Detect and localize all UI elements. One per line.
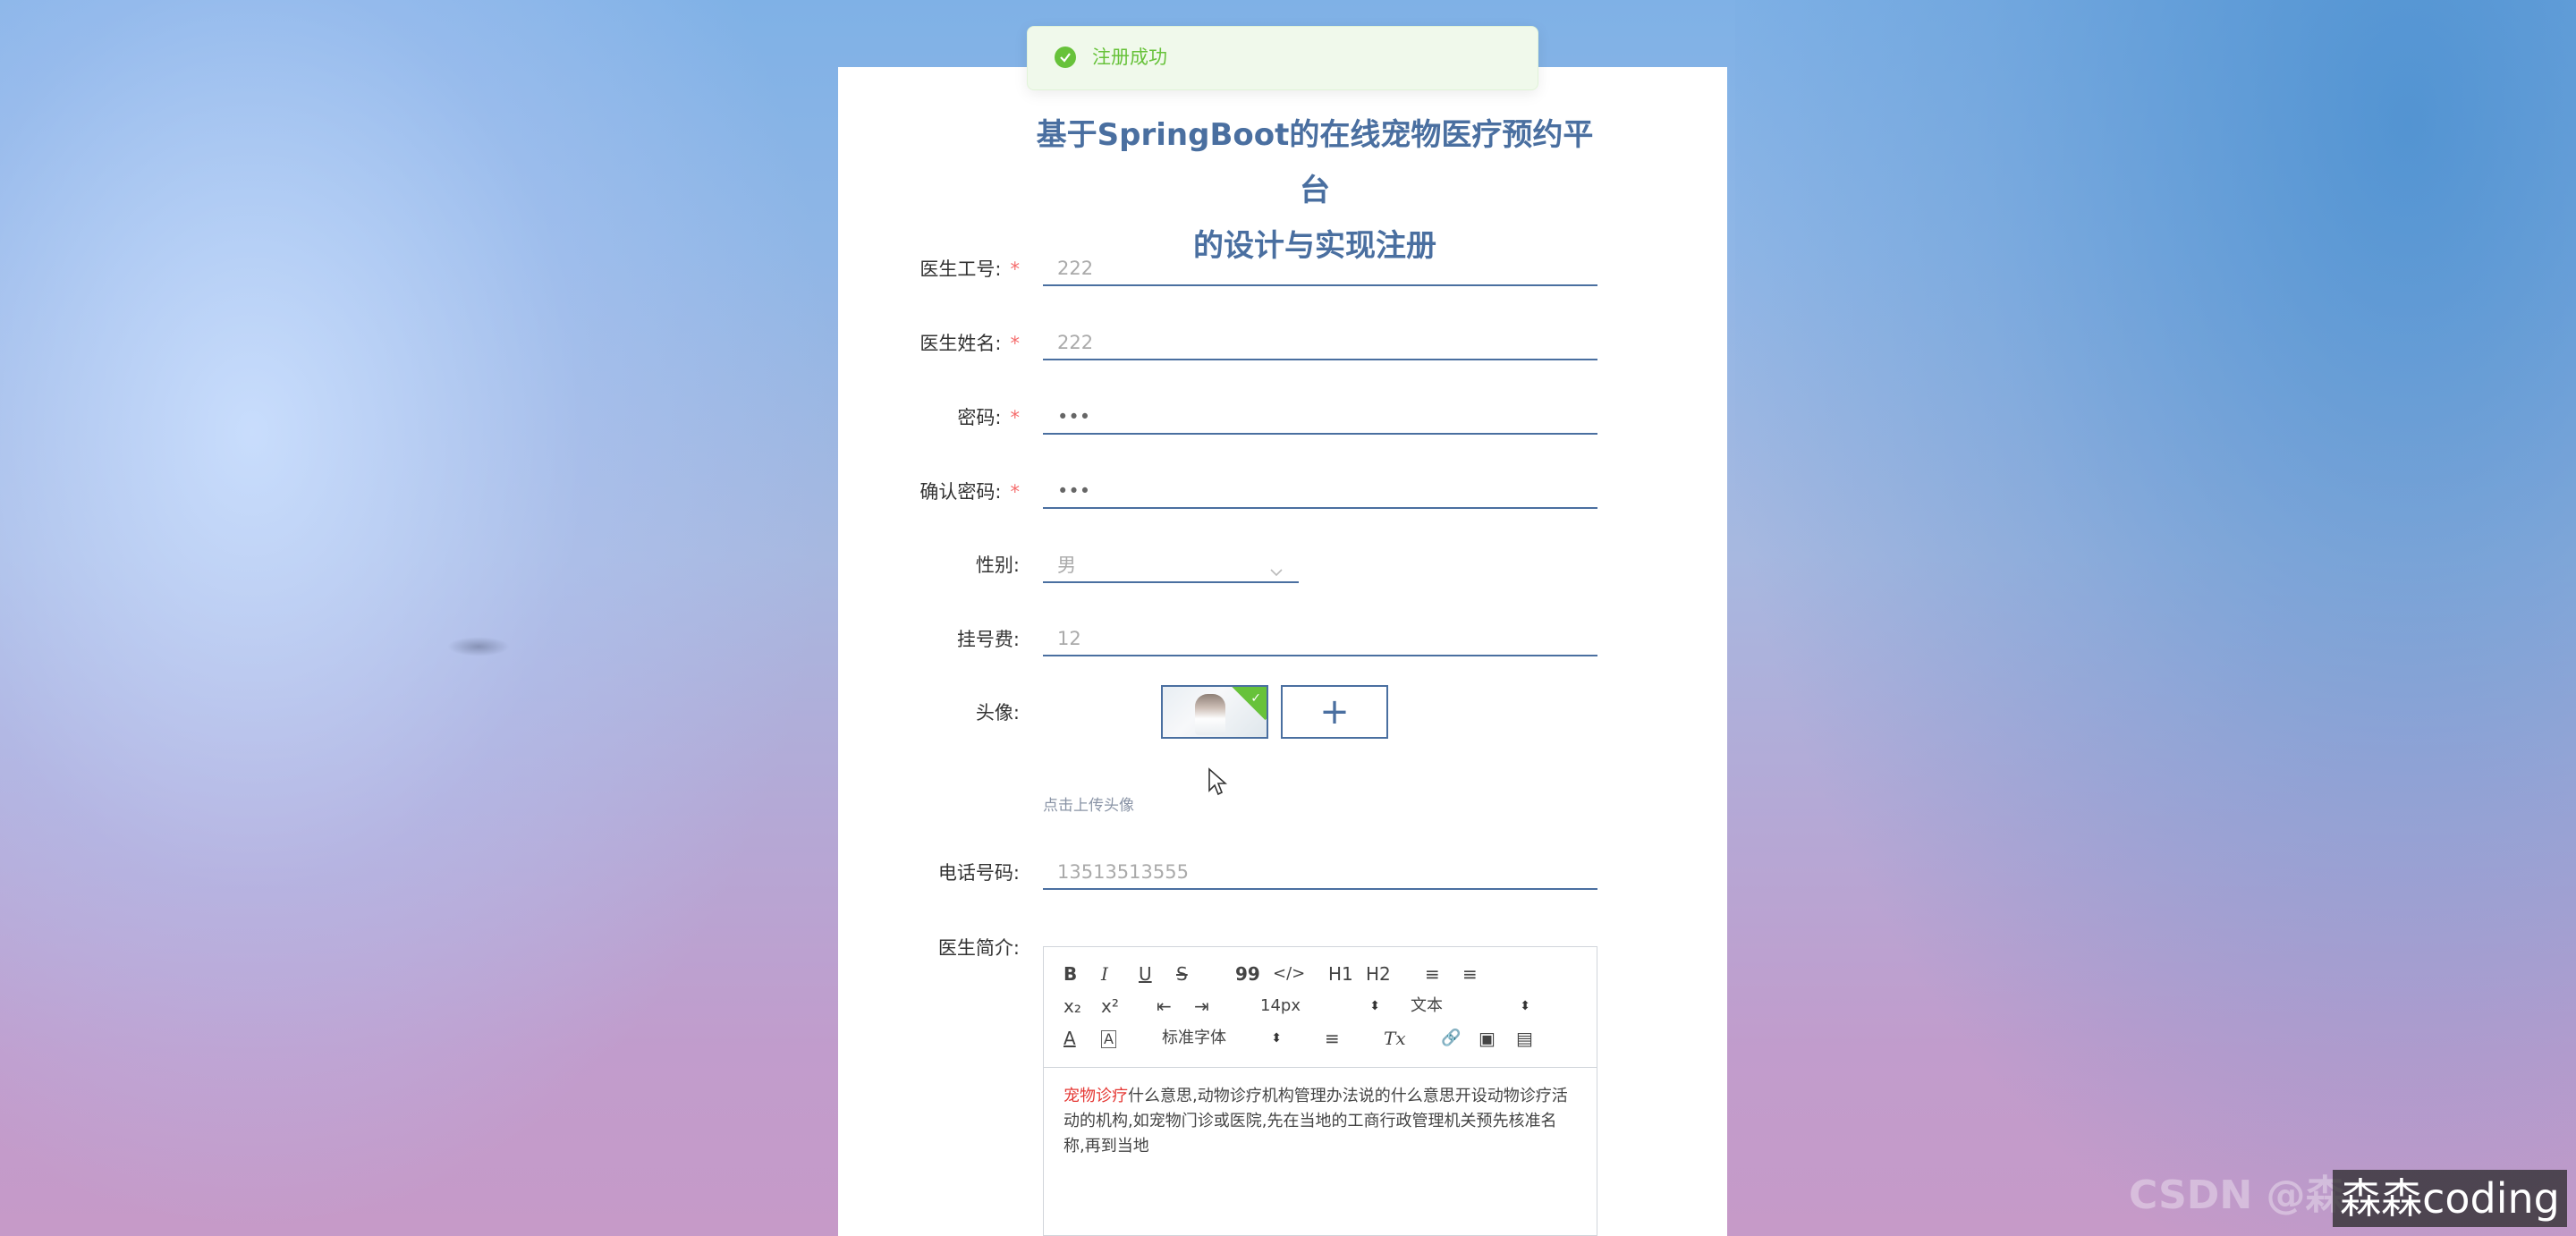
superscript-button[interactable]: x² (1101, 995, 1119, 1017)
editor-content[interactable]: 宠物诊疗什么意思,动物诊疗机构管理办法说的什么意思开设动物诊疗活动的机构,如宠物… (1044, 1068, 1597, 1175)
header-picker-label: 文本 (1411, 996, 1443, 1015)
required-mark: * (1010, 407, 1021, 428)
strike-button[interactable]: S (1176, 963, 1188, 985)
page-title: 基于SpringBoot的在线宠物医疗预约平台 的设计与实现注册 (1029, 107, 1601, 274)
check-circle-icon (1055, 47, 1076, 68)
mouse-cursor-icon (1208, 767, 1228, 800)
background-glow-left (0, 0, 841, 1236)
password-label: 密码: * (859, 400, 1020, 436)
doctor-name-label-text: 医生姓名: (919, 333, 1002, 354)
required-mark: * (1010, 258, 1021, 280)
rich-text-editor[interactable]: B I U S 99 </> H1 H2 ≡ ≡ x₂ x² ⇤ ⇥ 14px … (1043, 946, 1597, 1236)
chevron-down-icon (1268, 556, 1284, 592)
background-glow-right (1735, 0, 2576, 1236)
video-icon[interactable]: ▤ (1516, 1028, 1533, 1049)
phone-input[interactable]: 13513513555 (1043, 854, 1597, 890)
font-picker[interactable]: 标准字体 ⬍ (1162, 1028, 1282, 1049)
underline-button[interactable]: U (1139, 963, 1152, 985)
check-icon: ✓ (1250, 691, 1261, 706)
updown-icon: ⬍ (1369, 999, 1380, 1013)
highlighted-text: 宠物诊疗 (1063, 1087, 1128, 1105)
upload-avatar-button[interactable]: + (1281, 685, 1388, 739)
editor-toolbar: B I U S 99 </> H1 H2 ≡ ≡ x₂ x² ⇤ ⇥ 14px … (1044, 947, 1597, 1068)
title-line-1: 基于SpringBoot的在线宠物医疗预约平台 (1036, 117, 1594, 208)
intro-label: 医生简介: (937, 937, 1020, 959)
doctor-id-label-text: 医生工号: (919, 258, 1002, 280)
doctor-name-label: 医生姓名: * (859, 326, 1020, 361)
header-picker[interactable]: 文本 ⬍ (1411, 995, 1530, 1017)
password-input[interactable]: ••• (1043, 399, 1597, 435)
upload-hint: 点击上传头像 (1043, 797, 1134, 815)
gender-selected-value: 男 (1057, 555, 1076, 576)
link-icon[interactable]: 🔗 (1441, 1028, 1461, 1049)
align-button[interactable]: ≡ (1325, 1028, 1340, 1049)
blockquote-button[interactable]: 99 (1235, 963, 1260, 985)
outdent-button[interactable]: ⇤ (1157, 995, 1172, 1017)
font-picker-label: 标准字体 (1162, 1029, 1226, 1047)
ordered-list-button[interactable]: ≡ (1425, 963, 1440, 985)
confirm-password-input[interactable]: ••• (1043, 473, 1597, 509)
subscript-button[interactable]: x₂ (1063, 995, 1081, 1017)
required-mark: * (1010, 333, 1021, 354)
password-label-text: 密码: (957, 407, 1002, 428)
size-picker-label: 14px (1260, 996, 1301, 1015)
plus-icon: + (1319, 691, 1350, 732)
code-block-button[interactable]: </> (1273, 963, 1305, 985)
confirm-password-label: 确认密码: * (859, 474, 1020, 510)
image-icon[interactable]: ▣ (1479, 1028, 1496, 1049)
italic-button[interactable]: I (1101, 963, 1108, 985)
avatar-label: 头像: (975, 702, 1020, 724)
header-2-button[interactable]: H2 (1366, 963, 1391, 985)
size-picker[interactable]: 14px ⬍ (1260, 995, 1380, 1017)
faint-watermark: CSDN @森 (2129, 1173, 2345, 1218)
text-color-button[interactable]: A (1063, 1028, 1076, 1049)
clean-format-button[interactable]: Tx (1384, 1028, 1406, 1049)
header-1-button[interactable]: H1 (1328, 963, 1353, 985)
doctor-id-input[interactable]: 222 (1043, 250, 1597, 286)
toast-message: 注册成功 (1092, 47, 1167, 68)
success-toast: 注册成功 (1027, 26, 1538, 90)
updown-icon: ⬍ (1271, 1031, 1282, 1046)
phone-label: 电话号码: (937, 862, 1020, 884)
fee-input[interactable]: 12 (1043, 621, 1597, 656)
content-text: 什么意思,动物诊疗机构管理办法说的什么意思开设动物诊疗活动的机构,如宠物门诊或医… (1063, 1087, 1568, 1156)
bold-button[interactable]: B (1063, 963, 1077, 985)
doctor-name-input[interactable]: 222 (1043, 325, 1597, 360)
doctor-id-label: 医生工号: * (859, 251, 1020, 287)
watermark: 森森coding (2333, 1170, 2567, 1227)
background-color-button[interactable]: A (1101, 1030, 1116, 1048)
gender-select[interactable]: 男 (1043, 547, 1299, 583)
confirm-password-label-text: 确认密码: (919, 481, 1002, 503)
required-mark: * (1010, 481, 1021, 503)
avatar-thumbnail[interactable]: ✓ (1161, 685, 1268, 739)
fee-label: 挂号费: (956, 629, 1020, 650)
indent-button[interactable]: ⇥ (1194, 995, 1209, 1017)
background-bird (447, 637, 510, 656)
updown-icon: ⬍ (1520, 999, 1530, 1013)
upload-success-corner (1229, 687, 1267, 721)
gender-label: 性别: (975, 555, 1020, 576)
bullet-list-button[interactable]: ≡ (1462, 963, 1478, 985)
avatar-photo (1195, 694, 1225, 735)
